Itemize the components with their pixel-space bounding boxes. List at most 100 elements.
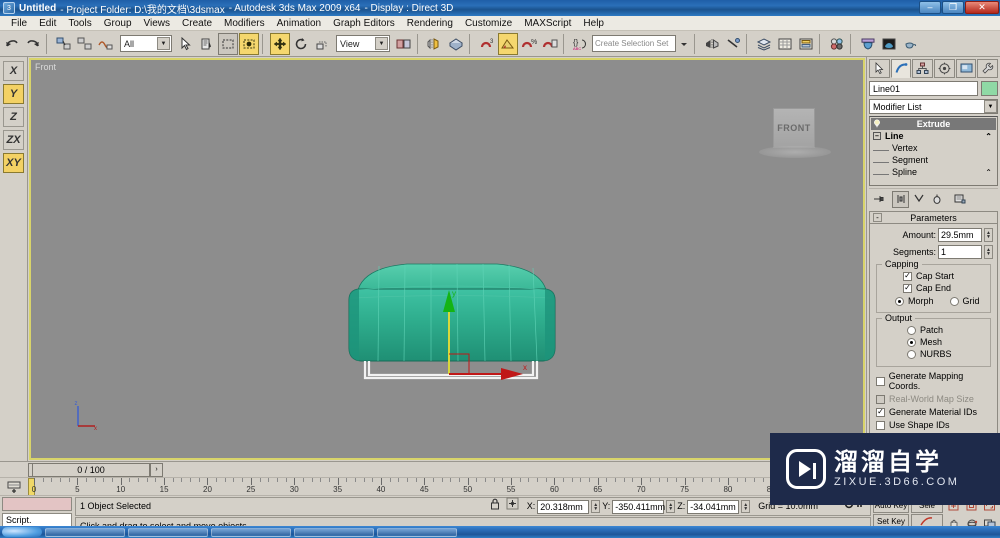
segments-spinner[interactable]: ▲ ▼ [984, 245, 993, 259]
remove-modifier-button[interactable] [928, 190, 945, 208]
utilities-tab[interactable] [977, 59, 999, 78]
viewcube[interactable]: FRONT [759, 108, 831, 160]
viewcube-front-face[interactable]: FRONT [773, 108, 815, 148]
modifier-list-dropdown[interactable]: Modifier List ▼ [869, 99, 998, 114]
selection-region-button[interactable] [218, 32, 238, 55]
window-crossing-button[interactable] [239, 32, 259, 55]
menu-item-views[interactable]: Views [138, 16, 177, 31]
cap-start-row[interactable]: ✓ Cap Start [903, 271, 986, 281]
axis-constraint-y[interactable]: Y [3, 84, 24, 104]
time-slider-thumb[interactable]: 0 / 100 [32, 462, 150, 477]
mirror-button[interactable] [425, 32, 445, 55]
select-link-button[interactable] [54, 32, 74, 55]
coord-spinner-z[interactable]: ▲ ▼ [741, 500, 751, 513]
menu-item-maxscript[interactable]: MAXScript [518, 16, 577, 31]
absolute-relative-toggle-icon[interactable] [506, 497, 519, 516]
menu-item-group[interactable]: Group [98, 16, 138, 31]
use-pivot-center-button[interactable] [394, 32, 414, 55]
render-frame-window-button[interactable] [879, 32, 899, 55]
taskbar-item[interactable] [377, 527, 457, 537]
taskbar-item[interactable] [294, 527, 374, 537]
axis-constraint-xy[interactable]: XY [3, 153, 24, 173]
stack-entry-extrude[interactable]: Extrude [871, 118, 996, 130]
taskbar-item[interactable] [45, 527, 125, 537]
configure-modifier-sets-button[interactable] [951, 190, 968, 208]
display-tab[interactable] [955, 59, 977, 78]
chevron-down-icon[interactable]: ▼ [375, 37, 388, 50]
menu-item-customize[interactable]: Customize [459, 16, 518, 31]
morph-radio[interactable] [895, 296, 904, 306]
curve-editor-button[interactable] [775, 32, 795, 55]
use-shape-ids-checkbox[interactable] [876, 420, 885, 430]
parameters-rollout-header[interactable]: - Parameters [869, 211, 998, 224]
max-app-icon[interactable]: 3 [3, 2, 15, 14]
axis-constraint-z[interactable]: Z [3, 107, 24, 127]
amount-input[interactable]: 29.5mm [938, 228, 982, 242]
menu-item-help[interactable]: Help [577, 16, 610, 31]
render-setup-button[interactable] [858, 32, 878, 55]
lock-icon[interactable] [490, 498, 500, 516]
object-name-field[interactable]: Line01 [869, 81, 978, 96]
reference-coordinate-combo[interactable]: View ▼ [336, 35, 390, 52]
menu-item-animation[interactable]: Animation [271, 16, 327, 31]
selection-set-dropdown-button[interactable] [677, 32, 691, 55]
generate-mapping-coords-row[interactable]: Generate Mapping Coords. [876, 371, 993, 391]
collapse-icon[interactable]: - [873, 213, 882, 222]
menu-item-graph-editors[interactable]: Graph Editors [327, 16, 401, 31]
snap-toggle-button[interactable]: 3 [477, 32, 497, 55]
angle-snap-button[interactable] [498, 32, 518, 55]
named-selection-set-input[interactable]: Create Selection Set [592, 35, 676, 52]
hierarchy-tab[interactable] [912, 59, 934, 78]
taskbar-item[interactable] [211, 527, 291, 537]
coord-input-y[interactable]: -350.411mm [612, 499, 665, 514]
cap-end-row[interactable]: ✓ Cap End [903, 283, 986, 293]
expand-collapse-icon[interactable]: – [873, 132, 881, 140]
mesh-row[interactable]: Mesh [907, 337, 986, 347]
bind-to-space-warp-button[interactable] [96, 32, 116, 55]
chevron-up-icon[interactable]: ⌃ [985, 168, 992, 177]
select-and-move-button[interactable] [270, 32, 290, 55]
coord-spinner-x[interactable]: ▲ ▼ [591, 500, 601, 513]
minimize-button[interactable]: – [919, 1, 941, 14]
spinner-snap-button[interactable] [540, 32, 560, 55]
menu-item-tools[interactable]: Tools [62, 16, 97, 31]
align-tool-button[interactable] [723, 32, 743, 55]
coord-input-z[interactable]: -34.041mm [687, 499, 740, 514]
generate-mapping-coords-checkbox[interactable] [876, 376, 885, 386]
menu-item-edit[interactable]: Edit [33, 16, 62, 31]
named-selection-button[interactable]: {} ABC [571, 32, 591, 55]
chevron-down-icon[interactable]: ▼ [157, 37, 170, 50]
select-by-name-button[interactable] [197, 32, 217, 55]
redo-button[interactable] [23, 32, 43, 55]
open-mini-curve-editor-button[interactable] [0, 478, 28, 495]
amount-spinner[interactable]: ▲ ▼ [984, 228, 993, 242]
grid-radio[interactable] [949, 296, 959, 306]
show-end-result-button[interactable] [892, 190, 909, 208]
make-unique-button[interactable] [910, 190, 927, 208]
next-frame-button[interactable]: › [150, 462, 163, 477]
motion-tab[interactable] [934, 59, 955, 78]
cap-start-checkbox[interactable]: ✓ [903, 271, 912, 281]
nurbs-row[interactable]: NURBS [907, 349, 986, 359]
mirror-tool-button[interactable] [702, 32, 722, 55]
menu-item-rendering[interactable]: Rendering [401, 16, 459, 31]
chevron-down-icon[interactable]: ▼ [984, 100, 997, 113]
viewport-front[interactable]: Front FRONT y x z x [29, 58, 865, 460]
patch-row[interactable]: Patch [907, 325, 986, 335]
align-button[interactable] [446, 32, 466, 55]
light-bulb-icon[interactable] [873, 118, 881, 130]
undo-button[interactable] [2, 32, 22, 55]
cap-end-checkbox[interactable]: ✓ [903, 283, 912, 293]
start-button[interactable] [2, 527, 42, 537]
coord-input-x[interactable]: 20.318mm [537, 499, 590, 514]
maximize-button[interactable]: ❐ [942, 1, 964, 14]
mesh-radio[interactable] [907, 337, 916, 347]
schematic-view-button[interactable] [796, 32, 816, 55]
move-gizmo[interactable]: y x [427, 282, 547, 382]
stack-entry-segment[interactable]: Segment [871, 154, 996, 166]
select-and-rotate-button[interactable] [291, 32, 311, 55]
select-and-scale-button[interactable] [312, 32, 332, 55]
material-editor-button[interactable] [827, 32, 847, 55]
segments-input[interactable]: 1 [938, 245, 982, 259]
chevron-up-icon[interactable]: ⌃ [985, 132, 992, 141]
